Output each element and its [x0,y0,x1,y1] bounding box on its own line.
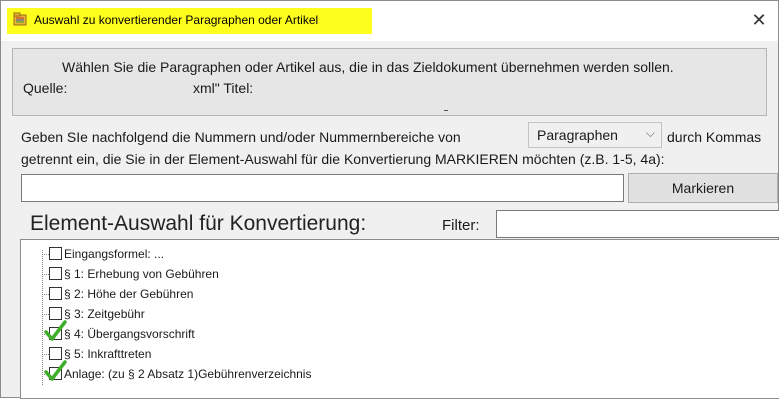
tree-branch-line [42,354,49,355]
tree-item-label: § 4: Übergangsvorschrift [64,327,195,341]
tree-item-label: § 3: Zeitgebühr [64,307,145,321]
tree-checkbox[interactable] [49,287,62,300]
tree-checkbox[interactable] [49,307,62,320]
tree-item-label: Eingangsformel: ... [64,247,165,261]
info-panel: Wählen Sie die Paragraphen oder Artikel … [12,48,767,116]
text-cursor-mark [444,107,448,111]
xml-title-label: xml" Titel: [193,80,254,96]
filter-label: Filter: [442,217,480,234]
tree-checkbox[interactable] [49,247,62,260]
tree-item[interactable]: § 1: Erhebung von Gebühren [21,264,721,284]
tree-checkbox[interactable] [49,347,62,360]
tree-item[interactable]: § 5: Inkrafttreten [21,344,721,364]
tree-checkbox[interactable] [49,267,62,280]
element-selection-heading: Element-Auswahl für Konvertierung: [30,212,367,235]
source-label: Quelle: [23,80,68,96]
chevron-down-icon: ⌵ [645,126,655,140]
tree-item[interactable]: Eingangsformel: ... [21,244,721,264]
tree-item[interactable]: § 4: Übergangsvorschrift [21,320,721,344]
close-button[interactable]: ✕ [748,9,770,31]
title-bar: Auswahl zu konvertierender Paragraphen o… [1,1,778,41]
window-title: Auswahl zu konvertierender Paragraphen o… [34,13,319,27]
mark-button[interactable]: Markieren [628,173,778,203]
tree-branch-line [42,314,49,315]
element-tree[interactable]: Eingangsformel: ... § 1: Erhebung von Ge… [20,239,779,399]
app-icon [13,12,27,26]
tree-item-label: § 1: Erhebung von Gebühren [64,267,219,281]
type-select[interactable]: Paragraphen ⌵ [528,122,662,148]
tree-branch-line [42,274,49,275]
numbers-instruction-line2: getrennt ein, die Sie in der Element-Aus… [21,151,665,167]
numbers-instruction-suffix: durch Kommas [667,129,762,145]
tree-item-label: Anlage: (zu § 2 Absatz 1)Gebührenverzeic… [64,367,312,381]
close-icon: ✕ [751,10,767,30]
tree-item-label: § 2: Höhe der Gebühren [64,287,194,301]
tree-item[interactable]: § 3: Zeitgebühr [21,304,721,324]
tree-item[interactable]: § 2: Höhe der Gebühren [21,284,721,304]
filter-input[interactable] [496,210,779,238]
numbers-input[interactable] [21,174,624,202]
type-select-value: Paragraphen [537,127,618,143]
tree-branch-line [42,294,49,295]
dialog-window: Auswahl zu konvertierender Paragraphen o… [0,0,779,399]
numbers-instruction: Geben SIe nachfolgend die Nummern und/od… [21,129,461,145]
tree-item[interactable]: Anlage: (zu § 2 Absatz 1)Gebührenverzeic… [21,360,721,384]
info-instruction: Wählen Sie die Paragraphen oder Artikel … [62,59,674,75]
tree-branch-line [42,254,49,255]
tree-item-label: § 5: Inkrafttreten [64,347,152,361]
